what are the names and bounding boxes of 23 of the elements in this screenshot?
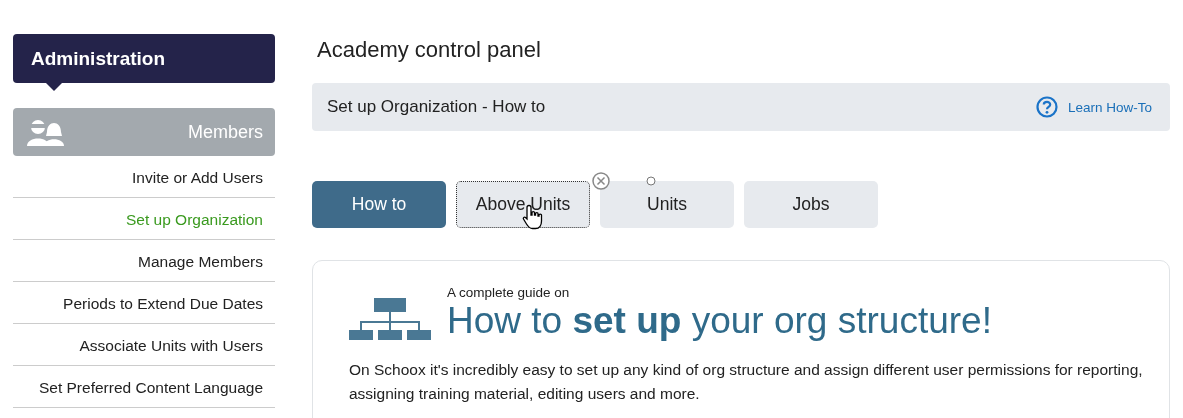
sidebar-item[interactable]: Periods to Extend Due Dates (13, 282, 275, 324)
sidebar-item[interactable]: Set up Organization (13, 198, 275, 240)
pointer-icon (46, 83, 62, 91)
learn-how-to-link[interactable]: Learn How-To (1067, 99, 1152, 115)
administration-header: Administration (13, 34, 275, 83)
tab[interactable]: Units (600, 181, 734, 228)
sidebar-item[interactable]: Invite or Add Users (13, 156, 275, 198)
handle-icon[interactable] (646, 176, 656, 186)
tab[interactable]: How to (312, 181, 446, 228)
page-title: Academy control panel (316, 36, 542, 64)
org-chart-icon (349, 298, 431, 342)
sidebar-item[interactable]: Set Preferred Content Language (13, 366, 275, 408)
guide-headline: How to set up your org structure! (447, 300, 992, 342)
guide-kicker: A complete guide on (447, 285, 571, 300)
close-icon[interactable] (592, 172, 610, 190)
sidebar-item[interactable]: Associate Units with Users (13, 324, 275, 366)
people-icon (27, 118, 65, 146)
help-icon (1035, 96, 1058, 118)
tab[interactable]: Above Units (456, 181, 590, 228)
guide-description: On Schoox it's incredibly easy to set up any kind of org structure and assign different user permissions for reporting, assigning training material, editing users and more. (349, 360, 1144, 404)
sidebar-item[interactable]: Manage Members (13, 240, 275, 282)
tab[interactable]: Jobs (744, 181, 878, 228)
banner-title: Set up Organization - How to (327, 97, 547, 117)
